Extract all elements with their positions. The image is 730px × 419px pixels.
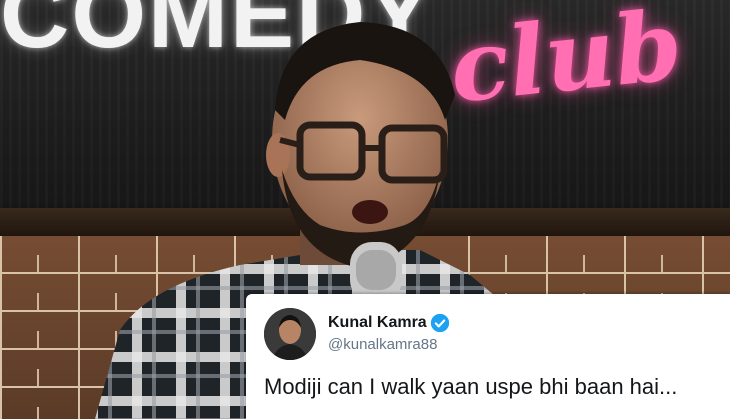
tweet-text: Modiji can I walk yaan uspe bhi baan hai…	[264, 374, 678, 399]
user-handle[interactable]: @kunalkamra88	[328, 336, 437, 353]
verified-badge-icon	[430, 313, 450, 333]
embedded-tweet-card[interactable]: Kunal Kamra @kunalkamra88 Modiji can I w…	[246, 294, 730, 419]
display-name[interactable]: Kunal Kamra	[328, 314, 427, 332]
profile-avatar[interactable]	[264, 308, 316, 360]
news-image: COMEDY club Kunal Kamra @kunalkamra88 Mo…	[0, 0, 730, 419]
